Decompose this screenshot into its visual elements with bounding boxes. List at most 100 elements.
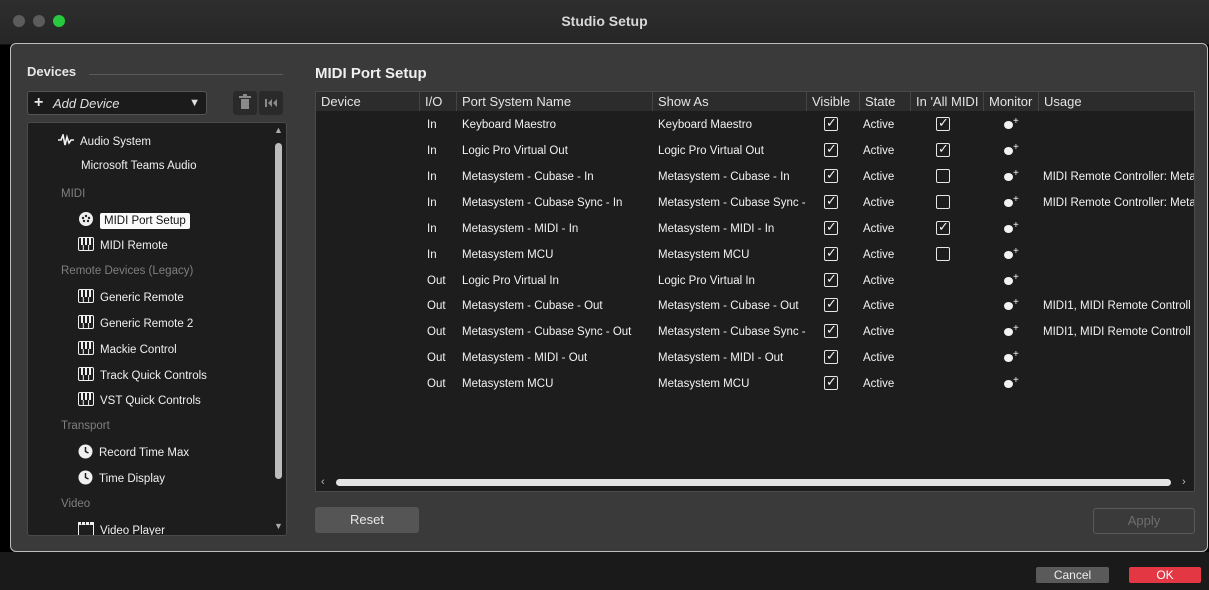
bottom-bar [0, 552, 1209, 590]
tree-item[interactable]: Mackie Control [78, 341, 177, 358]
state-cell: Active [863, 171, 895, 183]
tree-item[interactable]: Generic Remote [78, 289, 184, 306]
tree-item[interactable]: MIDI Remote [78, 237, 168, 254]
column-header[interactable]: In 'All MIDI [910, 92, 983, 111]
tree-scroll-thumb[interactable] [275, 143, 282, 479]
table-row[interactable]: Out Metasystem - Cubase Sync - Out Metasys… [316, 319, 1194, 345]
checkbox[interactable] [936, 169, 950, 183]
checkbox[interactable]: ✓ [824, 167, 838, 183]
monitor-icon[interactable] [1004, 375, 1019, 388]
checkbox[interactable]: ✓ [824, 141, 838, 157]
tree-item[interactable]: Record Time Max [78, 444, 189, 462]
cancel-button[interactable]: Cancel [1036, 567, 1109, 583]
tree-item[interactable]: Time Display [78, 470, 165, 488]
monitor-icon[interactable] [1004, 220, 1019, 233]
table-row[interactable]: Out Logic Pro Virtual In Logic Pro Virtual… [316, 268, 1194, 294]
tree-item[interactable]: Generic Remote 2 [78, 315, 193, 332]
show-as-cell[interactable]: Metasystem - MIDI - In [658, 216, 806, 242]
show-as-cell[interactable]: Metasystem MCU [658, 242, 806, 268]
monitor-icon[interactable] [1004, 168, 1019, 181]
show-as-cell[interactable]: Logic Pro Virtual In [658, 268, 806, 294]
show-as-cell[interactable]: Metasystem - MIDI - Out [658, 345, 806, 371]
checkbox[interactable]: ✓ [824, 322, 838, 338]
show-as-cell[interactable]: Metasystem - Cubase - In [658, 164, 806, 190]
column-header[interactable]: Show As [652, 92, 806, 111]
table-row[interactable]: Out Metasystem - MIDI - Out Metasystem - M… [316, 345, 1194, 371]
rewind-icon [265, 99, 277, 107]
monitor-icon[interactable] [1004, 349, 1019, 362]
table-row[interactable]: In Metasystem - Cubase - In Metasystem - C… [316, 164, 1194, 190]
monitor-icon[interactable] [1004, 246, 1019, 259]
tree-item-label: Microsoft Teams Audio [81, 160, 197, 172]
monitor-icon[interactable] [1004, 116, 1019, 129]
show-as-cell[interactable]: Logic Pro Virtual Out [658, 138, 806, 164]
show-as-cell[interactable]: Metasystem - Cubase Sync - [658, 319, 806, 345]
table-row[interactable]: In Keyboard Maestro Keyboard Maestro Active… [316, 112, 1194, 138]
checkbox[interactable]: ✓ [824, 219, 838, 235]
column-header[interactable]: Visible [806, 92, 859, 111]
column-header[interactable]: State [859, 92, 910, 111]
checkbox[interactable]: ✓ [824, 245, 838, 261]
table-row[interactable]: In Metasystem MCU Metasystem MCU Active ✓ [316, 242, 1194, 268]
checkbox[interactable]: ✓ [936, 219, 950, 235]
add-device-label: Add Device [53, 96, 120, 111]
checkbox[interactable]: ✓ [824, 271, 838, 287]
remove-device-button[interactable] [233, 91, 257, 115]
tree-item[interactable]: Video Player [78, 522, 165, 535]
apply-button[interactable]: Apply [1093, 508, 1195, 534]
usage-cell [1043, 138, 1194, 164]
scroll-left-arrow-icon[interactable]: ‹ [321, 476, 325, 488]
tree-item[interactable]: Audio System [58, 132, 151, 149]
checkbox[interactable]: ✓ [936, 141, 950, 157]
tree-item[interactable]: VST Quick Controls [78, 392, 201, 409]
column-header[interactable]: Port System Name [456, 92, 652, 111]
monitor-icon[interactable] [1004, 142, 1019, 155]
column-header[interactable]: Device [316, 92, 419, 111]
table-row[interactable]: Out Metasystem MCU Metasystem MCU Active ✓ [316, 371, 1194, 397]
show-as-cell[interactable]: Metasystem - Cubase - Out [658, 293, 806, 319]
midi-port-table: Device I/O Port System Name Show As Visible S… [315, 91, 1195, 492]
tree-scrollbar[interactable]: ▲ ▼ [272, 123, 285, 535]
table-row[interactable]: In Metasystem - MIDI - In Metasystem - MID… [316, 216, 1194, 242]
table-horizontal-scrollbar[interactable]: ‹ › [316, 474, 1194, 491]
checkbox[interactable]: ✓ [936, 115, 950, 131]
monitor-icon[interactable] [1004, 323, 1019, 336]
title-bar: Studio Setup [0, 0, 1209, 45]
table-row[interactable]: In Logic Pro Virtual Out Logic Pro Virtual… [316, 138, 1194, 164]
devices-tree[interactable]: ▲ ▼ Audio System Microsoft Teams Audio MID… [27, 122, 287, 536]
table-row[interactable]: In Metasystem - Cubase Sync - In Metasyste… [316, 190, 1194, 216]
tree-item[interactable]: Track Quick Controls [78, 367, 207, 384]
column-header[interactable]: Monitor [983, 92, 1038, 111]
monitor-icon[interactable] [1004, 194, 1019, 207]
checkbox[interactable]: ✓ [824, 115, 838, 131]
checkbox[interactable] [936, 247, 950, 261]
scroll-down-arrow-icon[interactable]: ▼ [274, 521, 283, 531]
state-cell: Active [863, 300, 895, 312]
tree-item[interactable]: MIDI Port Setup [78, 211, 190, 230]
scroll-up-arrow-icon[interactable]: ▲ [274, 125, 283, 135]
table-row[interactable]: Out Metasystem - Cubase - Out Metasystem -… [316, 293, 1194, 319]
io-cell: In [427, 171, 437, 183]
show-as-cell[interactable]: Keyboard Maestro [658, 112, 806, 138]
add-device-dropdown[interactable]: + Add Device ▼ [27, 91, 207, 115]
tree-item-label: Time Display [99, 473, 166, 485]
checkbox[interactable]: ✓ [824, 296, 838, 312]
column-header[interactable]: Usage [1038, 92, 1194, 111]
tree-item[interactable]: Microsoft Teams Audio [81, 160, 196, 172]
horizontal-scroll-thumb[interactable] [336, 479, 1171, 486]
show-as-cell[interactable]: Metasystem MCU [658, 371, 806, 397]
monitor-icon[interactable] [1004, 272, 1019, 285]
column-header[interactable]: I/O [419, 92, 456, 111]
reset-button[interactable]: Reset [315, 507, 419, 533]
checkbox[interactable]: ✓ [824, 374, 838, 390]
checkbox[interactable]: ✓ [824, 348, 838, 364]
reset-device-button[interactable] [259, 91, 283, 115]
state-cell: Active [863, 223, 895, 235]
ok-button[interactable]: OK [1129, 567, 1201, 583]
scroll-right-arrow-icon[interactable]: › [1182, 476, 1186, 488]
monitor-icon[interactable] [1004, 297, 1019, 310]
keyboard-icon [78, 392, 94, 409]
show-as-cell[interactable]: Metasystem - Cubase Sync - [658, 190, 806, 216]
checkbox[interactable] [936, 195, 950, 209]
checkbox[interactable]: ✓ [824, 193, 838, 209]
